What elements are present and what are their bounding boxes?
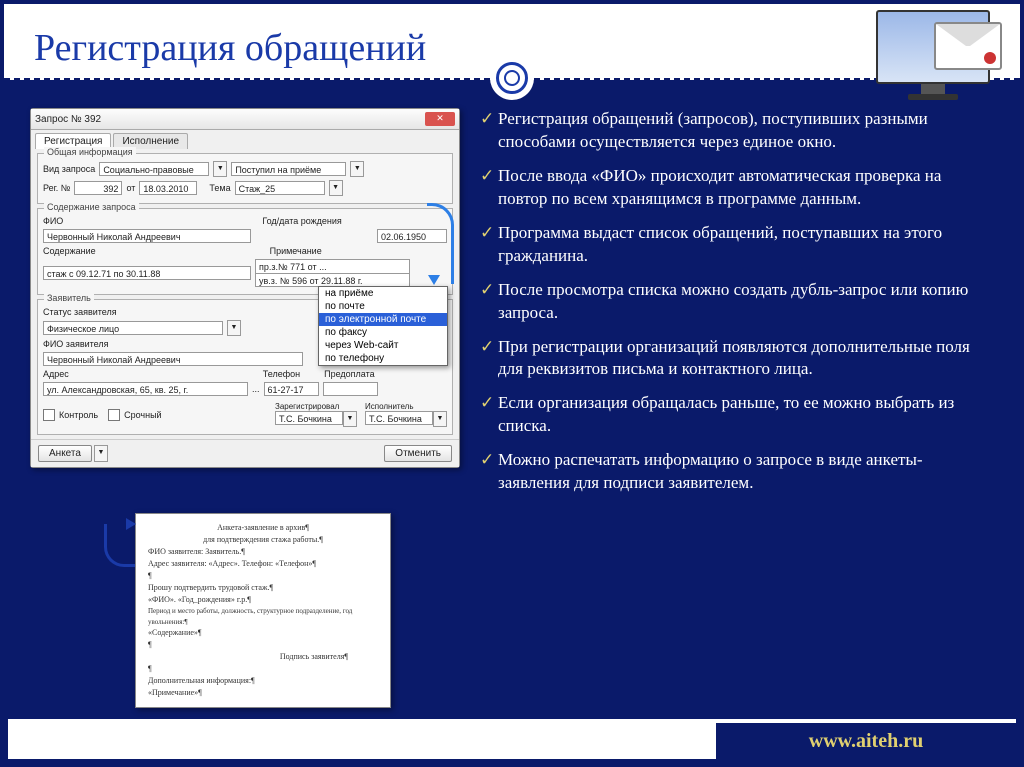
bullet: После просмотра списка можно создать дуб… [480,279,994,325]
dropdown-item[interactable]: по электронной почте [319,313,447,326]
chevron-down-icon[interactable]: ▼ [227,320,241,336]
header: Регистрация обращений [4,4,1020,80]
dropdown-item[interactable]: на приёме [319,287,447,300]
date-field[interactable]: 18.03.2010 [139,181,197,195]
address-field[interactable]: ул. Александровская, 65, кв. 25, г. [43,382,248,396]
prepay-field[interactable] [323,382,378,396]
arrow-icon [422,203,462,293]
envelope-icon [934,22,1002,70]
group-content: Содержание запроса ФИО Год/дата рождения… [37,208,453,295]
anketa-button[interactable]: Анкета [38,445,92,462]
chevron-down-icon[interactable]: ▼ [329,180,343,196]
dropdown-item[interactable]: через Web-сайт [319,339,447,352]
urgent-checkbox[interactable] [108,409,120,421]
type-field[interactable]: Социально-правовые [99,162,209,176]
status-field[interactable]: Физическое лицо [43,321,223,335]
chevron-down-icon[interactable]: ▼ [213,161,227,177]
control-checkbox[interactable] [43,409,55,421]
fio-appl-field[interactable]: Червонный Николай Андреевич [43,352,303,366]
regno-field[interactable]: 392 [74,181,122,195]
received-dropdown[interactable]: на приёме по почте по электронной почте … [318,286,448,366]
group-general: Общая информация Вид запроса Социально-п… [37,153,453,204]
bullet: Если организация обращалась раньше, то е… [480,392,994,438]
chevron-down-icon[interactable]: ▼ [343,411,357,427]
content-field[interactable]: стаж с 09.12.71 по 30.11.88 [43,266,251,280]
bullet-list: Регистрация обращений (запросов), поступ… [480,108,994,506]
bullet: После ввода «ФИО» происходит автоматичес… [480,165,994,211]
received-field[interactable]: Поступил на приёме [231,162,346,176]
window-title: Запрос № 392 [35,114,101,125]
dropdown-item[interactable]: по почте [319,300,447,313]
phone-field[interactable]: 61-27-17 [264,382,319,396]
ring-ornament [490,56,534,100]
fio-field[interactable]: Червонный Николай Андреевич [43,229,251,243]
close-icon[interactable]: ✕ [425,112,455,126]
cancel-button[interactable]: Отменить [384,445,452,462]
dropdown-item[interactable]: по факсу [319,326,447,339]
arrow-icon [98,516,138,571]
dropdown-item[interactable]: по телефону [319,352,447,365]
bullet: При регистрации организаций появляются д… [480,336,994,382]
bullet: Программа выдаст список обращений, посту… [480,222,994,268]
topic-field[interactable]: Стаж_25 [235,181,325,195]
titlebar: Запрос № 392 ✕ [31,109,459,130]
document-preview: Анкета-заявление в архив¶ для подтвержде… [135,513,391,708]
footer: www.aiteh.ru [8,719,1016,759]
bullet: Можно распечатать информацию о запросе в… [480,449,994,495]
chevron-down-icon[interactable]: ▼ [433,411,447,427]
bullet: Регистрация обращений (запросов), поступ… [480,108,994,154]
chevron-down-icon[interactable]: ▼ [94,445,108,462]
chevron-down-icon[interactable]: ▼ [350,161,364,177]
screenshot-panel: Запрос № 392 ✕ Регистрация Исполнение Об… [30,108,460,506]
footer-url: www.aiteh.ru [712,719,1016,759]
monitor-illustration [868,10,998,115]
